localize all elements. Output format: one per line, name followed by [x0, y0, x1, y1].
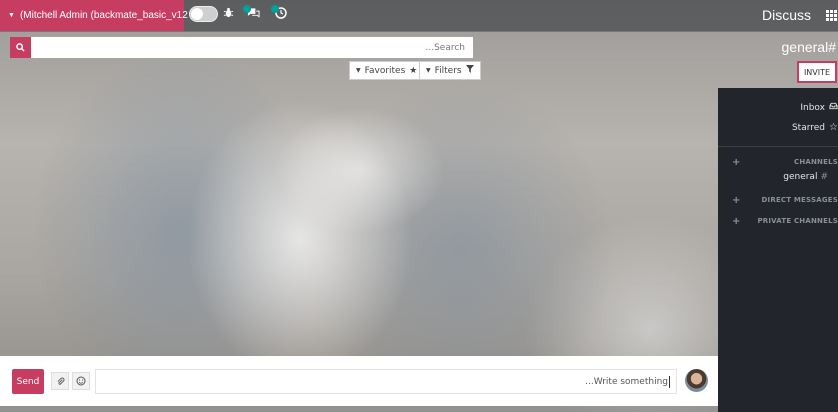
message-composer: Send	[0, 356, 718, 406]
direct-messages-header-label: DIRECT MESSAGES	[761, 196, 838, 204]
filters-dropdown-button[interactable]: ▼ Filters	[419, 61, 481, 80]
invite-button[interactable]: INVITE	[797, 61, 837, 83]
search-bar	[10, 37, 473, 58]
search-icon[interactable]	[10, 37, 31, 58]
favorites-label: Favorites	[364, 65, 406, 76]
sidebar-item-general[interactable]: general #	[783, 172, 828, 182]
add-private-channel-icon[interactable]: +	[732, 216, 741, 227]
notification-badge	[243, 5, 251, 13]
private-channels-header: + PRIVATE CHANNELS	[732, 215, 838, 227]
avatar	[685, 369, 708, 392]
caret-down-icon: ▼	[356, 67, 361, 74]
add-direct-message-icon[interactable]: +	[732, 195, 741, 206]
emoji-icon[interactable]	[72, 372, 90, 390]
inbox-icon	[829, 102, 838, 113]
sidebar-item-label: Inbox	[800, 102, 825, 113]
text-cursor	[669, 376, 670, 388]
bottom-strip	[0, 406, 718, 412]
message-input[interactable]	[95, 369, 677, 394]
send-button[interactable]: Send	[12, 369, 44, 394]
search-input[interactable]	[31, 37, 473, 58]
user-name-label: (Mitchell Admin (backmate_basic_v12	[19, 10, 188, 21]
private-channels-header-label: PRIVATE CHANNELS	[757, 217, 838, 225]
star-icon: ★	[409, 65, 418, 76]
bug-icon[interactable]	[220, 7, 236, 23]
channel-name: general	[783, 172, 818, 182]
direct-messages-header: + DIRECT MESSAGES	[732, 194, 838, 206]
star-outline-icon: ☆	[829, 122, 838, 133]
sidebar-item-inbox[interactable]: Inbox	[800, 102, 838, 113]
channel-title: general#	[781, 39, 837, 55]
filters-label: Filters	[434, 65, 462, 76]
user-menu-button[interactable]: ▼ (Mitchell Admin (backmate_basic_v12	[0, 0, 205, 31]
sidebar-item-starred[interactable]: Starred ☆	[792, 122, 838, 133]
caret-down-icon: ▼	[426, 67, 431, 74]
app-title: Discuss	[762, 7, 812, 23]
activity-badge	[271, 5, 279, 13]
sidebar-item-label: Starred	[791, 122, 826, 133]
add-channel-icon[interactable]: +	[732, 157, 741, 168]
filter-funnel-icon	[465, 65, 474, 76]
chat-icon[interactable]	[243, 5, 261, 23]
activity-clock-icon[interactable]	[271, 5, 289, 23]
discuss-sidebar: Inbox Starred ☆ + CHANNELS general # + D…	[718, 88, 838, 412]
sidebar-divider	[718, 146, 838, 147]
hash-icon: #	[820, 172, 828, 182]
mode-toggle-switch[interactable]	[189, 6, 218, 22]
top-navbar: ▼ (Mitchell Admin (backmate_basic_v12 Di…	[0, 0, 838, 32]
channels-header-label: CHANNELS	[793, 158, 838, 166]
channels-header: + CHANNELS	[732, 156, 838, 168]
caret-down-icon: ▼	[8, 12, 15, 19]
favorites-dropdown-button[interactable]: ▼ Favorites ★	[349, 61, 425, 80]
paperclip-icon[interactable]	[51, 372, 69, 390]
apps-grid-icon[interactable]	[826, 10, 838, 21]
